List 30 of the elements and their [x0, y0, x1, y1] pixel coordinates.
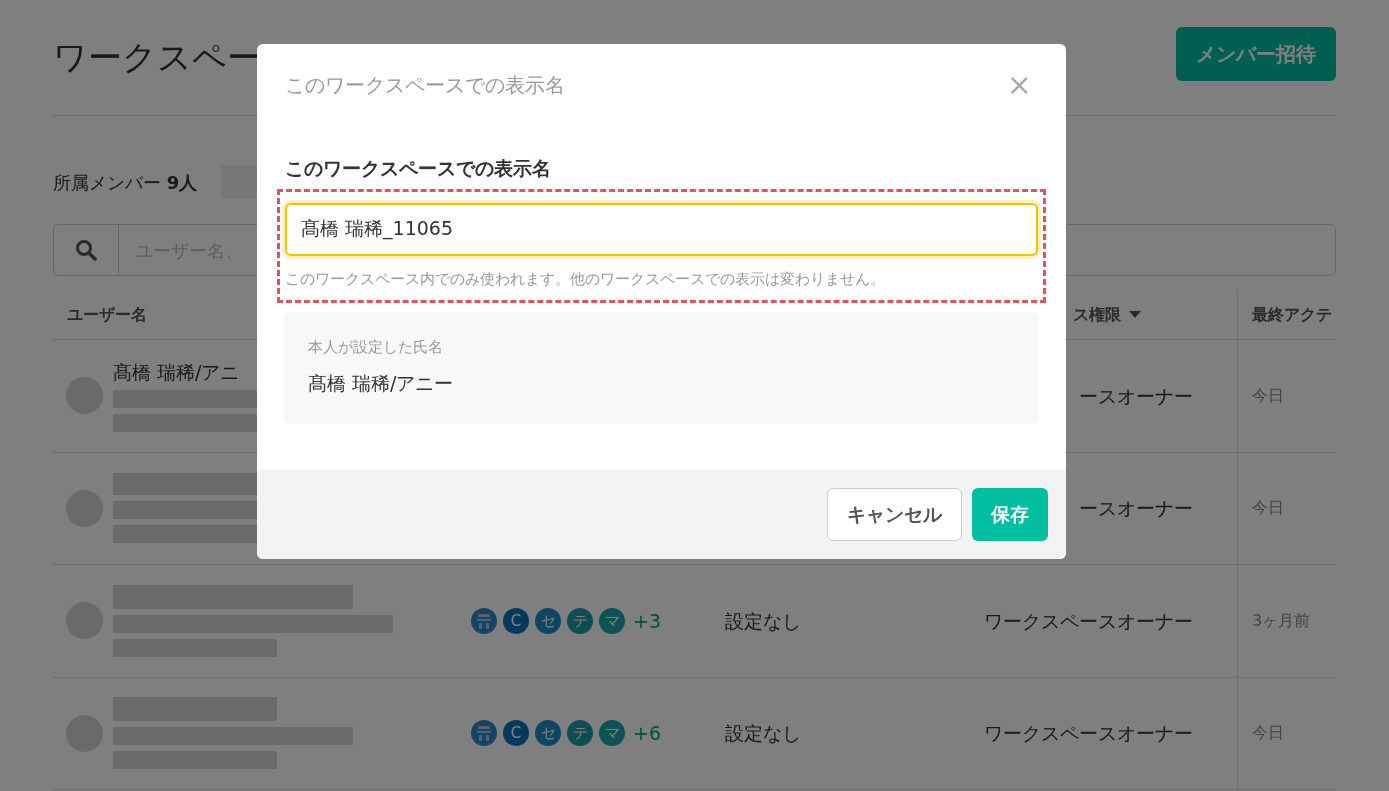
table-cell-text: ワークスペースオーナー [984, 608, 1193, 634]
column-header: ユーザー名 [67, 303, 147, 326]
help-text: このワークスペース内でのみ使われます。他のワークスペースでの表示は変わりません。 [285, 268, 886, 290]
dialog-title: このワークスペースでの表示名 [285, 72, 565, 99]
column-header: 最終アクテ [1252, 303, 1332, 326]
workspace-icon: C [503, 607, 529, 634]
table-cell-text: ースオーナー [1079, 496, 1193, 521]
more-count: +6 [633, 721, 661, 746]
field-label: このワークスペースでの表示名 [284, 156, 552, 181]
more-count: +3 [633, 608, 661, 634]
table-cell-text: 今日 [1252, 497, 1284, 520]
profile-name: 髙橋 瑞稀/アニー [308, 370, 455, 396]
table-cell-text: 今日 [1252, 384, 1284, 407]
workspace-icon: マ [599, 607, 625, 634]
workspace-icon: テ [567, 720, 593, 747]
workspace-icon: C [503, 720, 529, 747]
workspace-icon: テ [567, 607, 593, 634]
table-cell-text: 今日 [1252, 722, 1284, 745]
table-cell-text: 3ヶ月前 [1252, 609, 1311, 632]
page-title: ワークスペー [53, 36, 261, 79]
member-count: 所属メンバー 9人 [53, 170, 198, 195]
workspace-icon: マ [599, 720, 625, 747]
user-name: 髙橋 瑞稀/アニ [113, 359, 240, 384]
table-cell-text: ースオーナー [1079, 383, 1193, 409]
table-cell-text: ワークスペースオーナー [984, 721, 1193, 746]
info-label: 本人が設定した氏名 [308, 337, 444, 358]
workspace-icon: セ [535, 607, 561, 634]
workspace-icon: セ [535, 720, 561, 747]
table-cell: 設定なし [725, 609, 801, 632]
table-cell: 設定なし [725, 722, 801, 744]
